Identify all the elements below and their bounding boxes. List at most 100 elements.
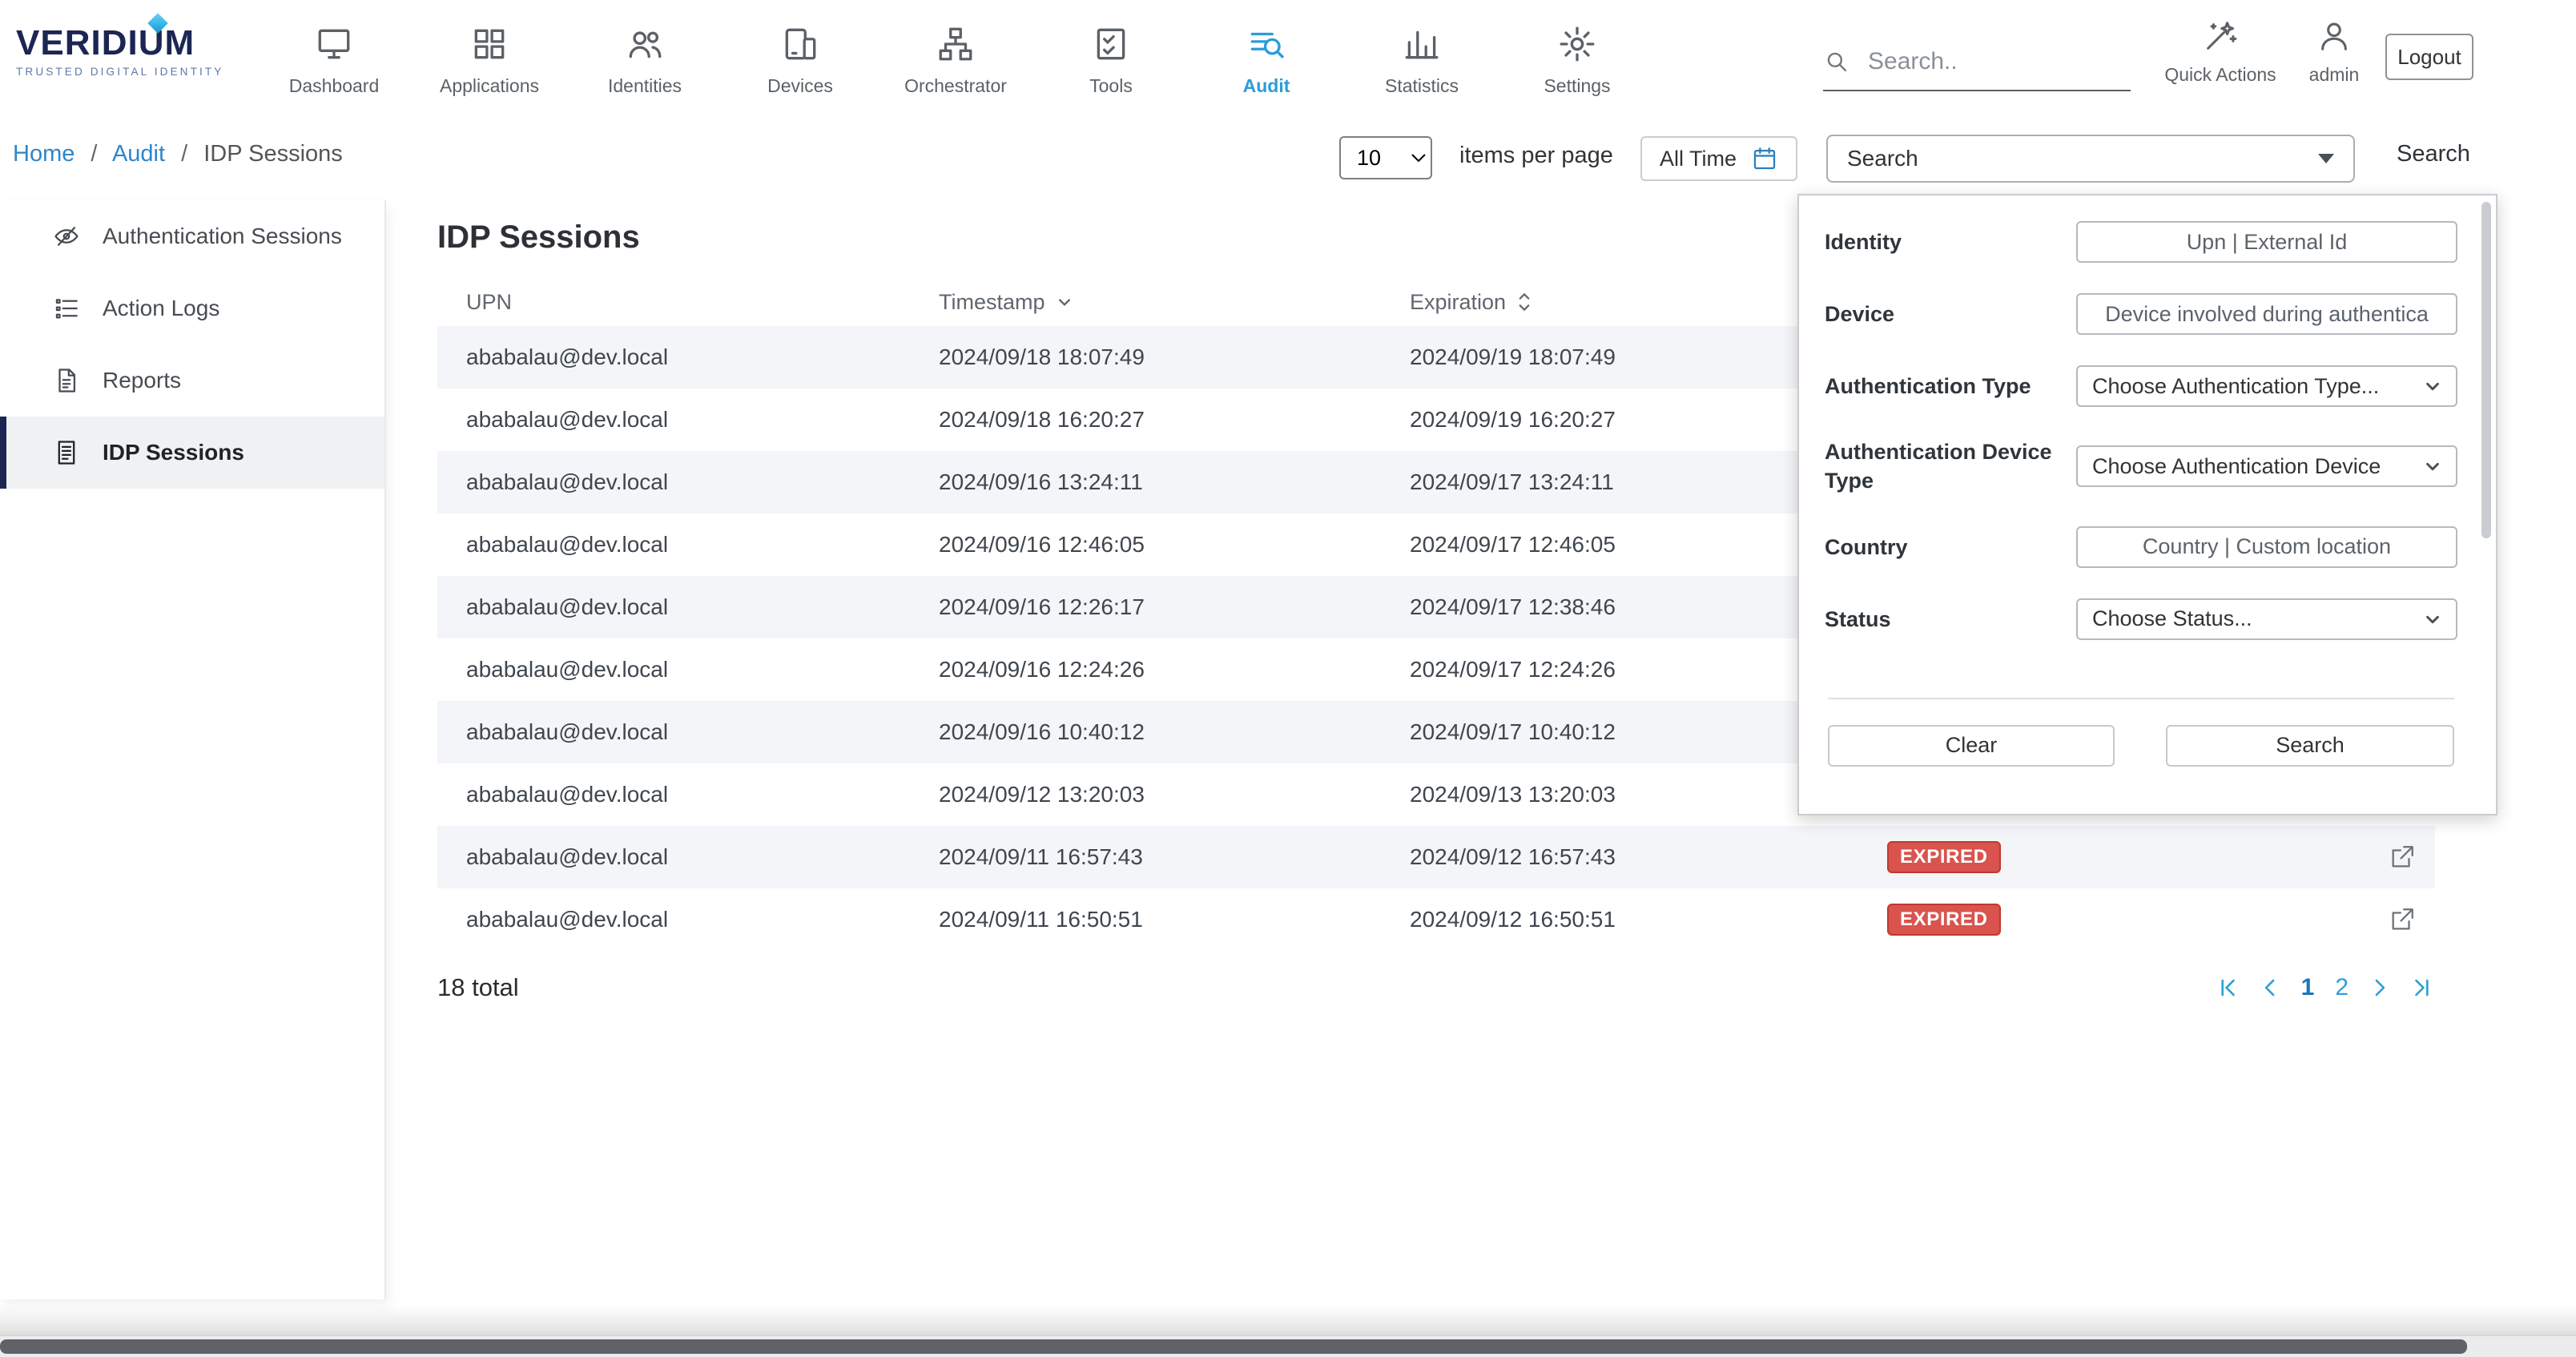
nav-item-statistics[interactable]: Statistics [1344,0,1499,120]
search-filter-dropdown[interactable]: Search [1826,135,2355,183]
nav-item-identities[interactable]: Identities [567,0,722,120]
timestamp-cell: 2024/09/16 12:26:17 [939,594,1410,620]
upn-cell: ababalau@dev.local [466,594,939,620]
search-icon [1823,48,1850,75]
nav-item-label: Tools [1089,75,1133,97]
total-count: 18 total [437,973,519,1002]
horizontal-scrollbar[interactable] [0,1335,2576,1357]
column-header-upn[interactable]: UPN [466,290,939,315]
filter-input-device[interactable] [2076,293,2457,335]
magic-wand-icon [2202,18,2239,54]
toolbar: Home / Audit / IDP Sessions 10 items per… [0,120,2576,194]
nav-item-label: Statistics [1385,75,1459,97]
next-page-button[interactable] [2369,977,2390,998]
chevron-down-icon [2424,377,2441,395]
panel-scrollbar-thumb[interactable] [2481,202,2491,538]
tools-icon [1091,24,1131,64]
time-filter-label: All Time [1660,147,1737,171]
dashboard-icon [314,24,354,64]
next-page-icon [2369,977,2390,998]
sidebar-item-label: Reports [103,368,181,393]
open-session-icon[interactable] [2389,906,2416,933]
prev-page-button[interactable] [2260,977,2280,998]
top-navbar: VERIDIUM TRUSTED DIGITAL IDENTITY Dashbo… [0,0,2576,120]
status-cell: EXPIRED [1887,841,2326,873]
open-session-icon[interactable] [2389,844,2416,871]
calendar-icon [1751,145,1778,172]
orchestrator-icon [936,24,976,64]
statistics-icon [1402,24,1442,64]
admin-menu[interactable]: admin [2294,18,2374,86]
horizontal-scrollbar-thumb[interactable] [0,1339,2467,1354]
first-page-button[interactable] [2218,977,2239,998]
panel-divider [1828,698,2454,699]
nav-item-dashboard[interactable]: Dashboard [256,0,412,120]
upn-cell: ababalau@dev.local [466,782,939,807]
breadcrumb-home-link[interactable]: Home [13,141,74,167]
nav-search[interactable]: Search.. [1823,48,2131,91]
audit-icon [1246,24,1286,64]
quick-actions-button[interactable]: Quick Actions [2159,18,2281,86]
search-button[interactable]: Search [2397,141,2470,167]
auth-sessions-icon [53,223,80,250]
pagination: 12 [2218,974,2435,1001]
timestamp-cell: 2024/09/11 16:57:43 [939,844,1410,870]
filter-field-row: Identity [1825,221,2457,263]
time-filter-button[interactable]: All Time [1640,136,1797,181]
chevron-down-icon [2424,457,2441,475]
brand-logo[interactable]: VERIDIUM TRUSTED DIGITAL IDENTITY [16,26,272,78]
last-page-button[interactable] [2411,977,2432,998]
upn-cell: ababalau@dev.local [466,844,939,870]
upn-cell: ababalau@dev.local [466,469,939,495]
sidebar-item-action-logs[interactable]: Action Logs [0,272,384,344]
sidebar-item-reports[interactable]: Reports [0,344,384,417]
column-header-timestamp[interactable]: Timestamp [939,290,1410,315]
filter-search-button[interactable]: Search [2166,725,2454,767]
breadcrumb-separator: / [181,141,187,167]
table-row[interactable]: ababalau@dev.local2024/09/11 16:50:51202… [437,888,2435,951]
status-badge: EXPIRED [1887,841,2001,873]
nav-search-placeholder: Search.. [1868,48,1958,75]
sidebar-item-label: IDP Sessions [103,440,244,465]
column-label-expiration: Expiration [1410,290,1506,315]
filter-input-identity[interactable] [2076,221,2457,263]
chevron-down-icon [2424,610,2441,628]
table-row[interactable]: ababalau@dev.local2024/09/11 16:57:43202… [437,826,2435,888]
expiration-cell: 2024/09/12 16:50:51 [1410,907,1887,932]
nav-item-label: Applications [440,75,539,97]
page-button-1[interactable]: 1 [2301,974,2315,1001]
timestamp-cell: 2024/09/16 13:24:11 [939,469,1410,495]
nav-item-label: Audit [1243,75,1290,97]
logout-button[interactable]: Logout [2385,34,2473,80]
sidebar-item-label: Action Logs [103,296,219,321]
nav-item-settings[interactable]: Settings [1499,0,1655,120]
sidebar-item-authentication-sessions[interactable]: Authentication Sessions [0,200,384,272]
filter-select-authentication-device-type[interactable]: Choose Authentication Device [2076,445,2457,487]
filter-select-authentication-type[interactable]: Choose Authentication Type... [2076,365,2457,407]
nav-item-tools[interactable]: Tools [1033,0,1189,120]
filter-label-country: Country [1825,533,2076,562]
nav-item-orchestrator[interactable]: Orchestrator [878,0,1033,120]
caret-down-icon [2318,154,2334,163]
timestamp-cell: 2024/09/11 16:50:51 [939,907,1410,932]
nav-item-applications[interactable]: Applications [412,0,567,120]
filter-field-row: Authentication Device TypeChoose Authent… [1825,437,2457,496]
devices-icon [780,24,820,64]
identities-icon [625,24,665,64]
nav-item-audit[interactable]: Audit [1189,0,1344,120]
nav-item-devices[interactable]: Devices [722,0,878,120]
page-button-2[interactable]: 2 [2335,974,2349,1001]
per-page-select[interactable]: 10 [1339,136,1432,179]
filter-clear-button[interactable]: Clear [1828,725,2115,767]
sidebar-item-idp-sessions[interactable]: IDP Sessions [0,417,384,489]
filter-select-status[interactable]: Choose Status... [2076,598,2457,640]
column-label-upn: UPN [466,290,512,315]
filter-label-device: Device [1825,300,2076,328]
bottom-shadow [0,1306,2576,1335]
breadcrumb-audit-link[interactable]: Audit [112,141,165,167]
timestamp-cell: 2024/09/16 12:24:26 [939,657,1410,683]
filter-input-country[interactable] [2076,526,2457,568]
quick-actions-label: Quick Actions [2164,64,2276,86]
prev-page-icon [2260,977,2280,998]
timestamp-cell: 2024/09/16 10:40:12 [939,719,1410,745]
